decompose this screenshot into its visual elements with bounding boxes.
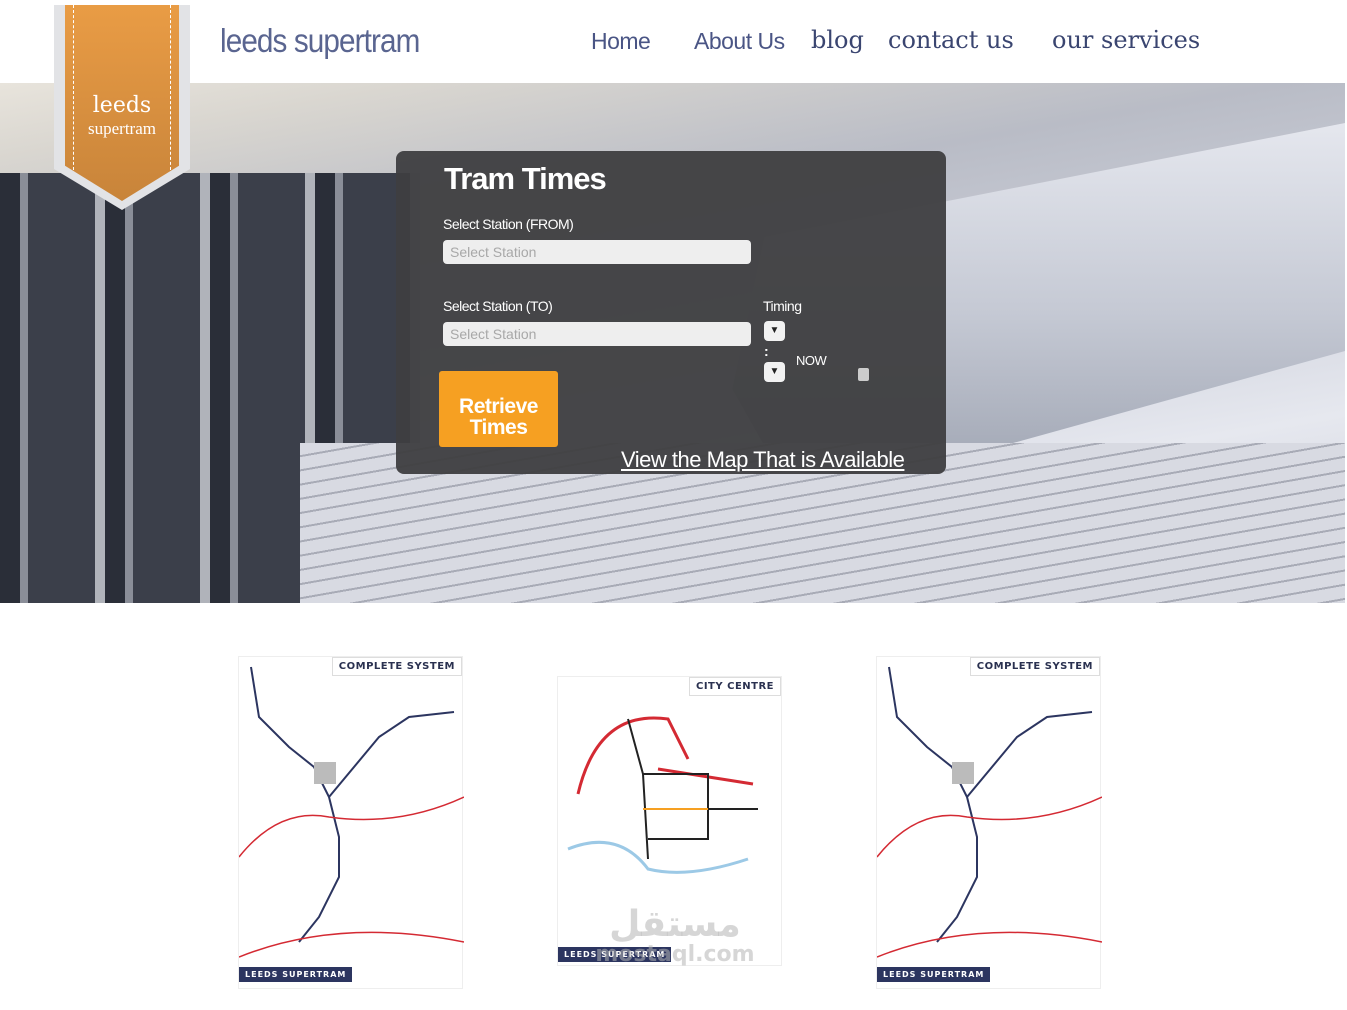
nav-our-services[interactable]: our services [1052,26,1200,54]
map-footer: LEEDS SUPERTRAM [877,967,991,982]
hour-dropdown[interactable]: ▼ [764,321,785,341]
complete-system-map [238,666,465,958]
nav-about-us[interactable]: About Us [694,28,785,55]
map-footer: LEEDS SUPERTRAM [239,967,353,982]
to-station-input[interactable] [443,322,751,346]
map-card-complete-system[interactable]: COMPLETE SYSTEM LEEDS SUPERTRAM [238,656,465,989]
nav-contact-us[interactable]: contact us [888,26,1014,54]
retrieve-times-button[interactable]: Retrieve Times [439,371,558,447]
city-centre-map [567,716,758,874]
view-map-link[interactable]: View the Map That is Available [621,447,905,473]
map-title: CITY CENTRE [689,677,781,696]
watermark: مستقل mostaql.com [595,904,755,968]
now-checkbox[interactable] [858,368,869,381]
minute-dropdown[interactable]: ▼ [764,362,785,382]
tram-times-panel: Tram Times Select Station (FROM) Select … [396,151,946,474]
map-title: COMPLETE SYSTEM [969,657,1100,676]
map-title: COMPLETE SYSTEM [331,657,462,676]
header: leeds supertram Home About Us blog conta… [0,0,1347,83]
from-label: Select Station (FROM) [443,216,574,232]
site-title[interactable]: leeds supertram [220,22,420,60]
logo-badge[interactable]: leeds supertram [54,5,190,210]
logo-line1: leeds [92,93,152,118]
logo-line2: supertram [88,119,156,138]
to-label: Select Station (TO) [443,298,553,314]
nav-blog[interactable]: blog [811,26,864,54]
timing-label: Timing [763,298,802,314]
now-label: NOW [796,353,827,368]
time-separator: : [764,343,769,359]
complete-system-map [876,666,1103,958]
nav-home[interactable]: Home [591,28,651,55]
map-card-complete-system-2[interactable]: COMPLETE SYSTEM LEEDS SUPERTRAM [876,656,1103,989]
panel-title: Tram Times [444,161,607,196]
from-station-input[interactable] [443,240,751,264]
